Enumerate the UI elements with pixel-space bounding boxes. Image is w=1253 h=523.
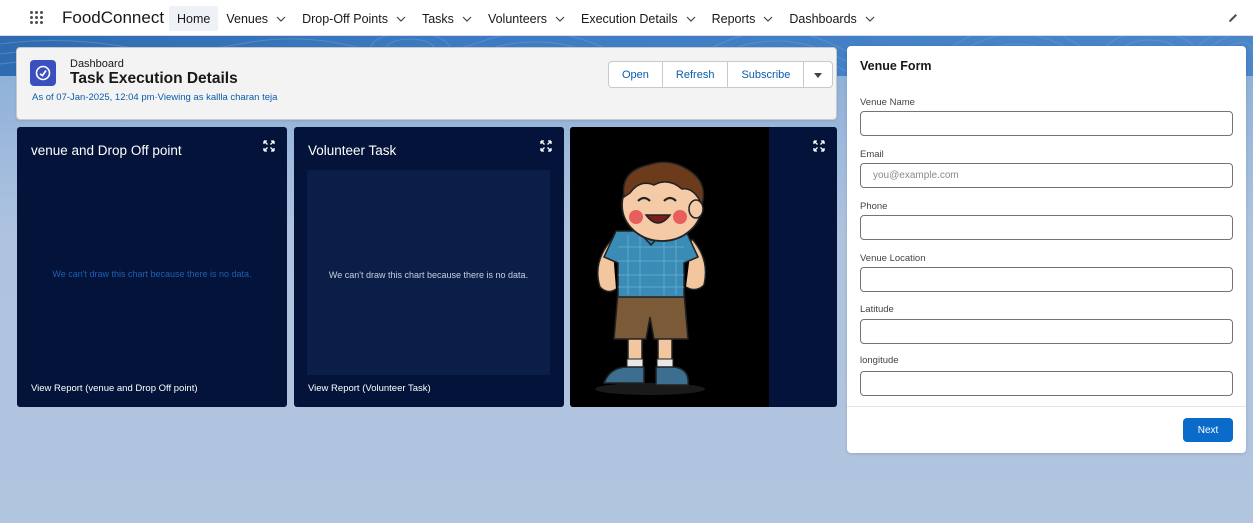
venue-location-input[interactable] [860,267,1233,292]
pencil-icon[interactable] [1227,12,1239,24]
longitude-label: longitude [860,355,899,366]
app-launcher-icon[interactable] [30,11,44,25]
top-navigation-bar: FoodConnect Home Venues Drop-Off Points … [0,0,1253,36]
chart-area: We can't draw this chart because there i… [307,170,550,375]
tab-label: Reports [711,11,756,26]
app-name: FoodConnect [62,8,165,27]
image-card [570,127,837,407]
caret-down-icon [814,72,823,78]
view-report-link[interactable]: View Report (Volunteer Task) [308,383,431,394]
tab-tasks[interactable]: Tasks [414,6,480,31]
dashboard-as-of: As of 07-Jan-2025, 12:04 pm·Viewing as k… [32,92,278,103]
dashboard-gauge-icon [30,60,56,86]
tab-label: Execution Details [581,11,678,26]
venue-name-label: Venue Name [860,97,915,108]
phone-label: Phone [860,201,888,212]
tab-label: Tasks [421,11,454,26]
chevron-down-icon[interactable] [396,14,406,24]
no-data-message: We can't draw this chart because there i… [328,270,529,280]
chevron-down-icon[interactable] [763,14,773,24]
cartoon-boy-image [595,161,707,395]
subscribe-button[interactable]: Subscribe [728,62,805,87]
chart-card-volunteer: Volunteer Task We can't draw this chart … [294,127,564,407]
expand-icon[interactable] [263,140,275,152]
tab-drop-off-points[interactable]: Drop-Off Points [294,6,414,31]
tab-dashboards[interactable]: Dashboards [781,6,882,31]
phone-input[interactable] [860,215,1233,240]
email-input[interactable] [860,163,1233,188]
next-button[interactable]: Next [1183,418,1233,442]
longitude-input[interactable] [860,371,1233,396]
dashboard-actions: Open Refresh Subscribe [608,61,834,88]
card-title: Volunteer Task [308,143,397,158]
tab-label: Volunteers [487,11,548,26]
dashboard-header: Dashboard Task Execution Details As of 0… [16,47,837,120]
tab-label: Home [177,11,211,26]
venue-form: Venue Form Venue Name Email Phone Venue … [847,46,1246,453]
tab-label: Drop-Off Points [302,11,388,26]
nav-tabs: Home Venues Drop-Off Points Tasks Volunt… [169,6,883,31]
tab-volunteers[interactable]: Volunteers [480,6,573,31]
form-title: Venue Form [860,59,932,73]
tab-venues[interactable]: Venues [218,6,294,31]
view-report-link[interactable]: View Report (venue and Drop Off point) [31,383,198,394]
expand-icon[interactable] [813,140,825,152]
tab-execution-details[interactable]: Execution Details [573,6,704,31]
more-actions-button[interactable] [804,62,833,87]
chevron-down-icon[interactable] [276,14,286,24]
open-button[interactable]: Open [609,62,663,87]
email-label: Email [860,149,884,160]
image-frame [570,127,769,407]
expand-icon[interactable] [540,140,552,152]
chart-card-venue: venue and Drop Off point We can't draw t… [17,127,287,407]
card-title: venue and Drop Off point [31,143,182,158]
latitude-label: Latitude [860,304,894,315]
venue-name-input[interactable] [860,111,1233,136]
tab-label: Venues [226,11,269,26]
tab-label: Dashboards [789,11,857,26]
latitude-input[interactable] [860,319,1233,344]
form-footer-divider [847,406,1246,407]
no-data-message: We can't draw this chart because there i… [52,269,252,279]
refresh-button[interactable]: Refresh [662,62,729,87]
venue-location-label: Venue Location [860,253,926,264]
dashboard-title: Task Execution Details [70,70,238,87]
dashboard-kicker: Dashboard [70,58,124,70]
chevron-down-icon[interactable] [462,14,472,24]
chevron-down-icon[interactable] [686,14,696,24]
chevron-down-icon[interactable] [865,14,875,24]
chevron-down-icon[interactable] [555,14,565,24]
tab-home[interactable]: Home [169,6,219,31]
tab-reports[interactable]: Reports [704,6,782,31]
